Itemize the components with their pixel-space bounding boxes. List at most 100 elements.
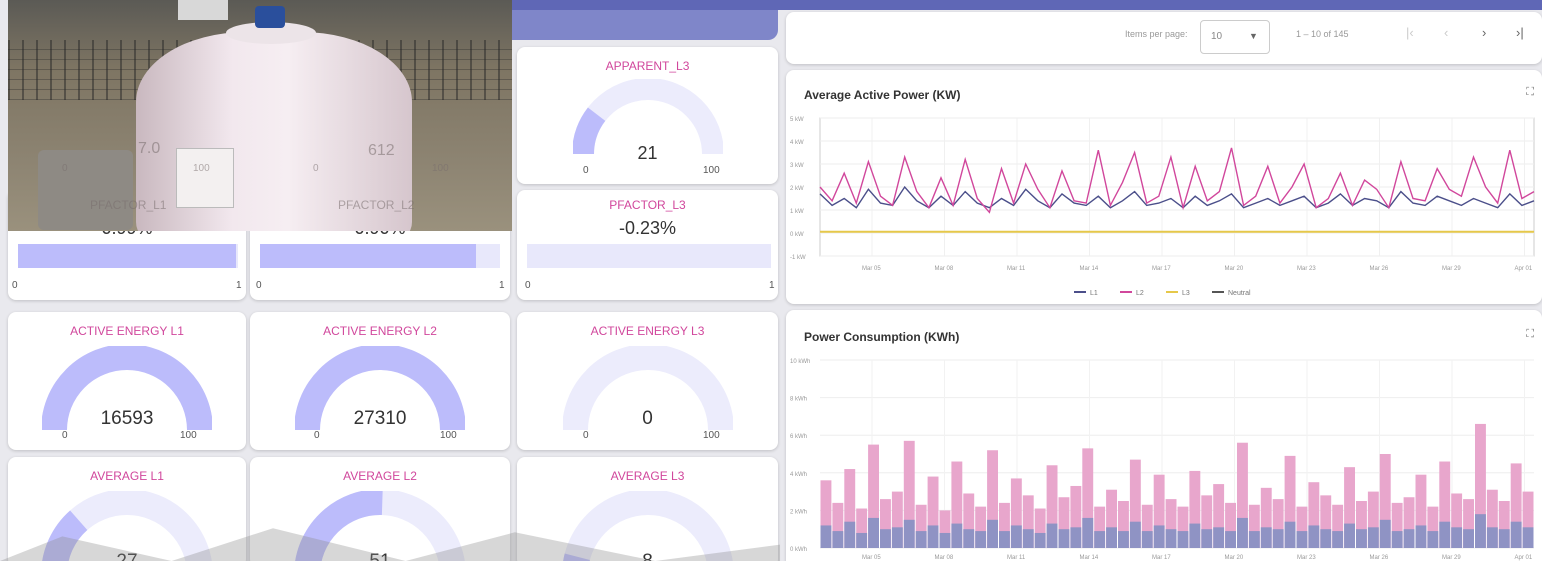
pfactor-l2-bar: [260, 244, 500, 268]
bar-l1: [1510, 521, 1522, 548]
bar-min: 0: [12, 280, 18, 291]
sensor-box: [178, 0, 228, 20]
section-header: [510, 10, 778, 40]
bar-l1: [951, 523, 963, 548]
ghost-max: 100: [193, 163, 210, 174]
bar-l1: [1439, 521, 1451, 548]
bar-l1: [1010, 525, 1022, 548]
ghost-value: 612: [368, 142, 395, 159]
bar-l1: [1118, 531, 1129, 548]
y-tick-label: 2 kWh: [790, 509, 807, 515]
stone-block: [38, 150, 133, 230]
bar-l1: [915, 531, 927, 548]
y-tick-label: 3 kW: [790, 163, 804, 169]
x-tick-label: Mar 17: [1152, 266, 1171, 272]
bar-fill: [260, 244, 476, 268]
active-power-chart-card: Average Active Power (KW) ⛶ 5 kW 4 kW 3 kW…: [786, 70, 1542, 304]
x-tick-label: Apr 01: [1515, 555, 1533, 561]
bar-l1: [939, 532, 951, 548]
bar-l1: [1225, 531, 1236, 548]
ghost-title: PFACTOR_L1: [90, 198, 167, 212]
bar-l1: [1391, 531, 1403, 548]
dashboard-header-bar: [510, 0, 1542, 10]
warning-label: [176, 148, 234, 208]
x-tick-label: Mar 11: [1007, 266, 1026, 272]
items-per-page-select[interactable]: 10 ▼: [1200, 20, 1270, 54]
bar-l1: [1475, 514, 1486, 548]
x-tick-label: Mar 14: [1080, 266, 1099, 272]
ghost-value: 7.0: [138, 140, 161, 157]
ghost-max: 100: [432, 163, 449, 174]
bar-l1: [1022, 529, 1034, 548]
bar-l1: [1046, 523, 1058, 548]
y-tick-label: 6 kWh: [790, 434, 807, 440]
active-power-line-chart: 5 kW 4 kW 3 kW 2 kW 1 kW 0 kW -1 kW Mar 05 Mar 0…: [790, 117, 1535, 297]
bar-l1: [891, 527, 903, 548]
x-tick-label: Mar 05: [862, 266, 881, 272]
bar-fill: [18, 244, 236, 268]
bar-l1: [999, 531, 1010, 548]
bar-l1: [927, 525, 939, 548]
pfactor-l3-value: -0.23%: [618, 218, 677, 238]
ghost-title: PFACTOR_L2: [338, 198, 415, 212]
bar-l1: [1308, 525, 1320, 548]
x-tick-label: Mar 05: [862, 555, 881, 561]
bar-l1: [1284, 521, 1296, 548]
chevron-right-icon[interactable]: ›: [1482, 25, 1486, 40]
card-title: APPARENT_L3: [605, 59, 690, 73]
x-tick-label: Mar 29: [1442, 555, 1461, 561]
x-tick-label: Mar 08: [935, 266, 954, 272]
bar-l1: [1189, 523, 1201, 548]
bar-l1: [1463, 529, 1474, 548]
card-title: ACTIVE ENERGY L3: [590, 324, 705, 338]
bar-l1: [1498, 529, 1510, 548]
bar-l1: [1451, 527, 1463, 548]
x-tick-label: Mar 20: [1225, 555, 1244, 561]
x-tick-label: Mar 20: [1225, 266, 1244, 272]
x-tick-label: Mar 23: [1297, 266, 1316, 272]
bar-l1: [1332, 531, 1344, 548]
bar-l1: [1177, 531, 1189, 548]
legend-label: L3: [1182, 290, 1190, 297]
y-tick-label: 4 kW: [790, 140, 804, 146]
card-title: AVERAGE L3: [610, 469, 685, 483]
x-tick-label: Mar 17: [1152, 555, 1171, 561]
x-tick-label: Apr 01: [1515, 266, 1533, 272]
bar-min: 0: [525, 280, 531, 291]
ghost-min: 0: [62, 163, 68, 174]
x-tick-label: Mar 11: [1007, 555, 1026, 561]
items-per-page-value: 10: [1211, 31, 1223, 42]
bar-l1: [903, 519, 915, 548]
bar-l1: [1522, 527, 1534, 548]
y-tick-label: 0 kW: [790, 232, 804, 238]
photo-overlay: 7.0 612 0 100 0 100 PFACTOR_L1 PFACTOR_L…: [8, 0, 512, 231]
bar-l1: [1070, 527, 1082, 548]
legend-label: Neutral: [1228, 290, 1251, 297]
chevron-left-icon[interactable]: ‹: [1444, 25, 1448, 40]
bar-max: 1: [236, 280, 242, 291]
first-page-icon[interactable]: |‹: [1406, 25, 1414, 40]
gauge-min: 0: [583, 430, 589, 441]
legend-label: L2: [1136, 290, 1144, 297]
bar-l1: [1213, 527, 1225, 548]
bar-l1: [1427, 531, 1439, 548]
bar-l1: [1320, 529, 1332, 548]
bar-l1: [963, 529, 975, 548]
bar-l1: [1082, 517, 1094, 548]
bar-l1: [1106, 527, 1117, 548]
page-range-label: 1 – 10 of 145: [1296, 29, 1349, 39]
bar-l1: [856, 532, 868, 548]
gauge-max: 100: [180, 430, 197, 441]
gauge-min: 0: [583, 165, 589, 176]
bar-l1: [1260, 527, 1272, 548]
card-title: ACTIVE ENERGY L2: [323, 324, 437, 338]
bar-l1: [1237, 517, 1248, 548]
last-page-icon[interactable]: ›|: [1516, 25, 1524, 40]
x-tick-label: Mar 23: [1297, 555, 1316, 561]
bar-l1: [1379, 519, 1391, 548]
x-tick-label: Mar 08: [935, 555, 954, 561]
bar-l1: [820, 525, 832, 548]
x-tick-label: Mar 26: [1370, 555, 1389, 561]
y-tick-label: 8 kWh: [790, 397, 807, 403]
bar-l1: [832, 531, 844, 548]
